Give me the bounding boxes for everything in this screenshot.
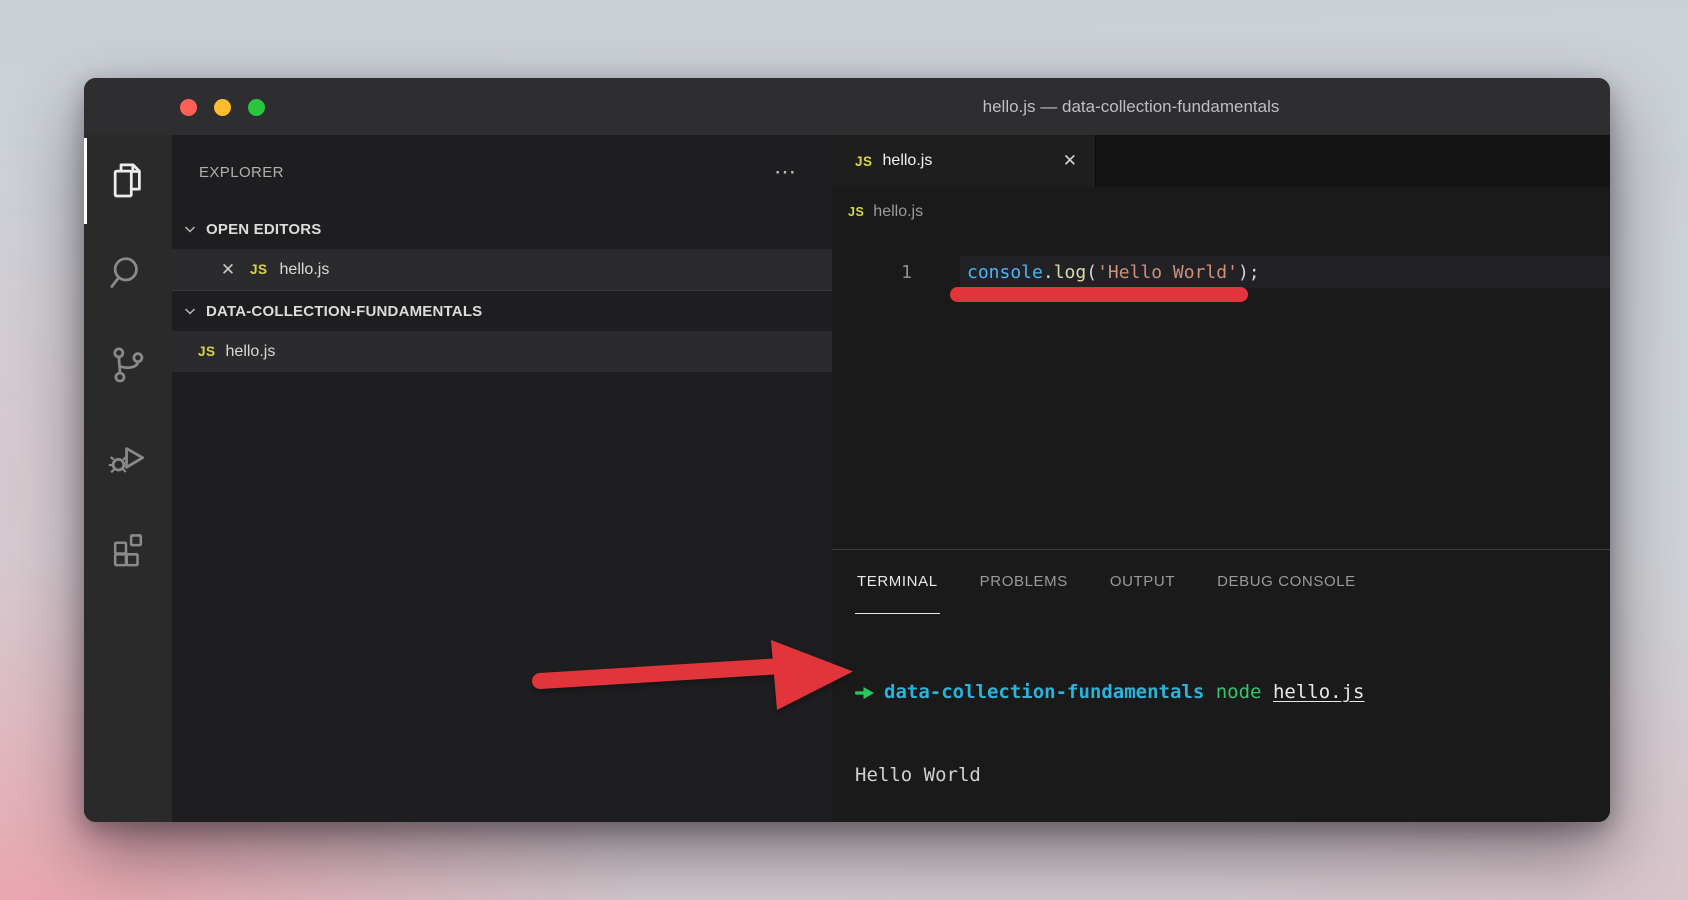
panel-tab-output[interactable]: OUTPUT [1108,550,1177,614]
javascript-file-icon: JS [198,344,216,359]
tab-label: hello.js [883,152,933,170]
title-bar: hello.js — data-collection-fundamentals [84,78,1610,135]
sidebar-item-extensions[interactable] [84,503,172,595]
extensions-icon [106,527,150,571]
minimize-window-button[interactable] [214,99,231,116]
close-window-button[interactable] [180,99,197,116]
file-name: hello.js [280,261,330,279]
activity-bar [84,135,172,822]
token-console: console [967,262,1043,283]
panel-tab-debug-console[interactable]: DEBUG CONSOLE [1215,550,1358,614]
editor-region: JS hello.js ✕ JS hello.js 1 console.log(… [832,135,1610,822]
command-text: node [1204,679,1273,707]
panel-tab-problems[interactable]: PROBLEMS [978,550,1070,614]
folder-section-header[interactable]: DATA-COLLECTION-FUNDAMENTALS [172,291,832,331]
files-icon [106,159,150,203]
search-icon [106,251,150,295]
vscode-window: hello.js — data-collection-fundamentals [84,78,1610,822]
breadcrumb[interactable]: JS hello.js [832,187,1610,237]
terminal-line-output: Hello World [855,762,1610,790]
sidebar-item-run-and-debug[interactable] [84,411,172,503]
prompt-arrow-icon [855,686,875,700]
open-editors-section: OPEN EDITORS ✕ JS hello.js [172,209,832,291]
open-editor-item-hello-js[interactable]: ✕ JS hello.js [172,249,832,290]
token-string: 'Hello World' [1097,262,1238,283]
explorer-title: EXPLORER [199,164,284,181]
window-title: hello.js — data-collection-fundamentals [983,97,1280,117]
terminal-content[interactable]: data-collection-fundamentals node hello.… [832,614,1610,822]
red-underline-annotation [950,287,1248,302]
chevron-down-icon [182,221,198,237]
sidebar-item-search[interactable] [84,227,172,319]
prompt-directory: data-collection-fundamentals [884,679,1204,707]
output-text: Hello World [855,762,981,790]
bottom-panel: TERMINAL PROBLEMS OUTPUT DEBUG CONSOLE d… [832,549,1610,822]
open-editors-header[interactable]: OPEN EDITORS [172,209,832,249]
active-view-indicator [84,138,87,224]
zoom-window-button[interactable] [248,99,265,116]
sidebar-item-source-control[interactable] [84,319,172,411]
panel-tab-terminal[interactable]: TERMINAL [855,550,940,614]
command-argument: hello.js [1273,679,1365,707]
javascript-file-icon: JS [250,262,268,277]
views-and-more-actions-button[interactable]: ⋯ [774,167,798,177]
breadcrumb-file-name: hello.js [873,203,923,221]
editor-tab-bar: JS hello.js ✕ [832,135,1610,187]
file-name: hello.js [226,343,276,361]
line-number: 1 [832,256,912,288]
token-close: ); [1238,262,1260,283]
explorer-sidebar: EXPLORER ⋯ OPEN EDITORS ✕ JS hello.js DA… [172,135,832,822]
javascript-file-icon: JS [855,154,873,169]
terminal-line-command: data-collection-fundamentals node hello.… [855,679,1610,707]
run-debug-icon [106,435,150,479]
folder-section: DATA-COLLECTION-FUNDAMENTALS JS hello.js [172,291,832,372]
javascript-file-icon: JS [848,205,864,219]
tab-hello-js[interactable]: JS hello.js ✕ [832,135,1096,187]
panel-tab-bar: TERMINAL PROBLEMS OUTPUT DEBUG CONSOLE [832,550,1610,614]
sidebar-item-explorer[interactable] [84,135,172,227]
traffic-lights [180,99,265,116]
tree-item-hello-js[interactable]: JS hello.js [172,331,832,372]
token-log: log [1054,262,1087,283]
code-line-1: console.log('Hello World'); [967,256,1260,288]
close-editor-icon[interactable]: ✕ [218,260,238,280]
close-tab-icon[interactable]: ✕ [1063,151,1077,171]
chevron-down-icon [182,303,198,319]
source-control-icon [106,343,150,387]
code-editor[interactable]: 1 console.log('Hello World'); [832,237,1610,549]
token-dot: . [1043,262,1054,283]
token-open-paren: ( [1086,262,1097,283]
